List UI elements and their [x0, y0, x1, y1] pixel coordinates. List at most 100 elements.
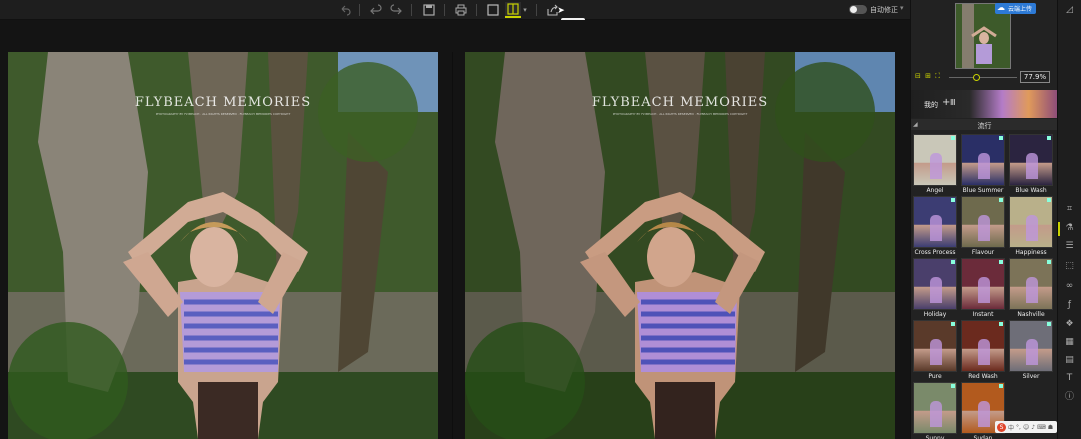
select-region-icon[interactable]: ⬚: [1063, 260, 1076, 273]
filter-preset[interactable]: Red Wash: [961, 320, 1005, 382]
redo-icon[interactable]: [388, 2, 404, 18]
photo-scene: [8, 52, 438, 439]
flask-icon[interactable]: ⚗: [1063, 222, 1076, 235]
filter-preset[interactable]: Pure: [913, 320, 957, 382]
photo-canvas[interactable]: FLYBEACH MEMORIES PHOTOGRAPHY BY FLYBEAC…: [0, 20, 910, 439]
my-presets-banner[interactable]: 我的 + Ⅲ: [911, 90, 1058, 118]
filter-badge: [1047, 260, 1051, 264]
filter-badge: [951, 322, 955, 326]
filter-name: Sunny: [925, 435, 945, 439]
filter-name: Nashville: [1017, 311, 1045, 318]
histogram-icon[interactable]: ◿: [1063, 4, 1076, 17]
adjust-sliders-icon[interactable]: ☰: [1063, 240, 1076, 253]
filter-preview-figure: [1026, 153, 1038, 179]
punctuation-icon[interactable]: °,: [1016, 424, 1021, 431]
filter-name: Cross Process: [914, 249, 956, 256]
filter-name: Sudan: [973, 435, 993, 439]
glasses-icon[interactable]: ∞: [1063, 280, 1076, 293]
filter-preset[interactable]: Happiness: [1009, 196, 1053, 258]
filter-preview: [961, 320, 1005, 372]
split-view-icon[interactable]: [505, 2, 521, 18]
ime-logo-icon[interactable]: S: [997, 422, 1006, 432]
filter-name: Instant: [972, 311, 994, 318]
preset-list-icon[interactable]: Ⅲ: [950, 98, 956, 107]
filter-preset[interactable]: Blue Wash: [1009, 134, 1053, 196]
filter-preview: [913, 258, 957, 310]
filter-preview: [961, 258, 1005, 310]
my-presets-label: 我的: [924, 101, 938, 109]
photo-scene: [465, 52, 895, 439]
text-icon[interactable]: T: [1063, 372, 1076, 385]
filter-preset[interactable]: Silver: [1009, 320, 1053, 382]
print-icon[interactable]: [453, 2, 469, 18]
top-toolbar: ▾ ➤ 之前 之后 分享 自动修正 ▾: [0, 0, 910, 34]
fx-icon[interactable]: ƒ: [1063, 299, 1076, 312]
filter-preview: [961, 134, 1005, 186]
emoji-icon[interactable]: ☺: [1023, 424, 1029, 431]
auto-fix-toggle[interactable]: [849, 5, 867, 14]
filter-name: Blue Summer: [962, 187, 1004, 194]
filter-preset[interactable]: Nashville: [1009, 258, 1053, 320]
zoom-value-field[interactable]: 77.9%: [1020, 71, 1050, 83]
filter-preview-figure: [978, 277, 990, 303]
filter-preset[interactable]: Angel: [913, 134, 957, 196]
filter-name: Blue Wash: [1015, 187, 1047, 194]
filter-category-header[interactable]: ◢ 流行: [911, 119, 1058, 130]
crop-icon[interactable]: ⌗: [1063, 203, 1076, 216]
toolbar-divider: [444, 4, 445, 16]
toolbar-divider: [359, 4, 360, 16]
filter-preview: [1009, 134, 1053, 186]
filter-badge: [999, 260, 1003, 264]
single-view-icon[interactable]: [485, 2, 501, 18]
zoom-slider-handle[interactable]: [972, 74, 980, 81]
filter-preview-figure: [930, 153, 942, 179]
layers-icon[interactable]: ❖: [1063, 318, 1076, 331]
filter-preset[interactable]: Flavour: [961, 196, 1005, 258]
filter-preset[interactable]: Blue Summer: [961, 134, 1005, 196]
filter-preview: [913, 196, 957, 248]
user-icon[interactable]: ☗: [1048, 424, 1053, 431]
filter-preset[interactable]: Instant: [961, 258, 1005, 320]
filter-preview-figure: [930, 339, 942, 365]
filter-name: Holiday: [923, 311, 947, 318]
filter-preview-figure: [930, 401, 942, 427]
filter-preview-figure: [1026, 215, 1038, 241]
texture-icon[interactable]: ▦: [1063, 336, 1076, 349]
filter-preview-figure: [1026, 277, 1038, 303]
cloud-upload-badge[interactable]: 云端上传: [995, 3, 1037, 14]
filter-preset[interactable]: Cross Process: [913, 196, 957, 258]
chevron-down-icon[interactable]: ▾: [900, 4, 904, 12]
frame-icon[interactable]: ▤: [1063, 354, 1076, 367]
ime-language-label[interactable]: 中: [1008, 423, 1014, 432]
filter-preset[interactable]: Sunny: [913, 382, 957, 439]
keyboard-icon[interactable]: ⌨: [1037, 424, 1046, 431]
zoom-preset-icons[interactable]: ⊟ ⊞ ⛶: [915, 72, 941, 81]
filter-preview-figure: [930, 215, 942, 241]
photo-watermark-title: FLYBEACH MEMORIES: [134, 95, 312, 110]
info-icon[interactable]: ⓘ: [1063, 391, 1076, 404]
filter-preview: [913, 382, 957, 434]
chevron-down-icon[interactable]: ▾: [521, 2, 529, 18]
toolbar-divider: [411, 4, 412, 16]
after-photo[interactable]: FLYBEACH MEMORIES PHOTOGRAPHY BY FLYBEAC…: [465, 52, 895, 439]
filter-badge: [951, 384, 955, 388]
save-icon[interactable]: [421, 2, 437, 18]
microphone-icon[interactable]: ♪: [1031, 424, 1035, 431]
undo-icon[interactable]: [337, 2, 353, 18]
filter-badge: [999, 136, 1003, 140]
filter-preview: [1009, 196, 1053, 248]
filter-category-label: 流行: [977, 122, 992, 130]
filter-preview: [913, 320, 957, 372]
zoom-slider-track[interactable]: [949, 77, 1017, 78]
filter-preset[interactable]: Holiday: [913, 258, 957, 320]
filter-name: Happiness: [1015, 249, 1047, 256]
mouse-cursor-icon: ➤: [557, 6, 565, 16]
undo-step-icon[interactable]: [368, 2, 384, 18]
split-divider[interactable]: [452, 52, 453, 439]
filter-badge: [999, 322, 1003, 326]
before-photo[interactable]: FLYBEACH MEMORIES PHOTOGRAPHY BY FLYBEAC…: [8, 52, 438, 439]
photo-watermark-subtitle: PHOTOGRAPHY BY FLYBEACH · ALL RIGHTS RES…: [612, 112, 748, 116]
filter-badge: [1047, 322, 1051, 326]
filter-preview: [1009, 320, 1053, 372]
toolbar-divider: [536, 4, 537, 16]
